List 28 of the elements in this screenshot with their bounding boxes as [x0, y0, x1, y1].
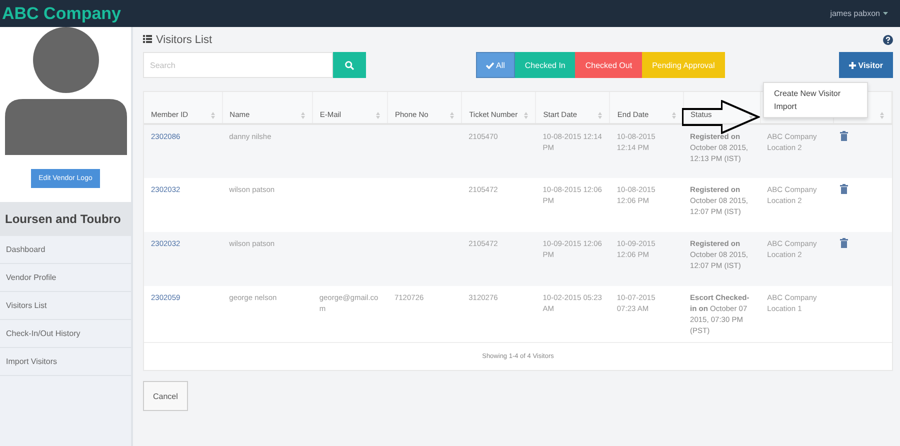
menu-item[interactable]: Create New Visitor — [764, 87, 851, 100]
filter-button[interactable]: All — [476, 52, 515, 78]
check-icon — [486, 62, 494, 68]
nav-item[interactable]: Vendor Profile — [0, 264, 131, 292]
nav-item[interactable]: Visitors List — [0, 292, 131, 320]
search-field[interactable]: Search — [143, 52, 333, 78]
page-title: Visitors List — [143, 34, 212, 46]
cancel-button[interactable]: Cancel — [143, 381, 188, 411]
trash-icon[interactable] — [840, 184, 848, 194]
search-button[interactable] — [333, 52, 366, 78]
nav-item[interactable]: Dashboard — [0, 236, 131, 264]
brand-logo[interactable]: ABC Company — [2, 4, 122, 24]
nav-item[interactable]: Import Visitors — [0, 348, 131, 376]
user-menu[interactable]: james pabxon — [830, 9, 888, 18]
caret-icon[interactable] — [883, 12, 888, 15]
help-icon[interactable] — [883, 35, 893, 45]
menu-item[interactable]: Import — [764, 100, 807, 113]
sort-icon[interactable] — [748, 112, 753, 119]
nav-item[interactable]: Check-In/Out History — [0, 320, 131, 348]
search-icon — [345, 60, 354, 70]
company-name: Loursen and Toubro — [0, 202, 131, 236]
trash-icon[interactable] — [840, 238, 848, 248]
plus-icon — [849, 62, 856, 68]
avatar-silhouette-icon — [4, 27, 126, 155]
filter-button[interactable]: Checked Out — [575, 52, 642, 78]
trash-icon[interactable] — [840, 131, 848, 141]
add-visitor-button[interactable]: Visitor — [839, 52, 893, 78]
list-icon — [143, 35, 152, 43]
